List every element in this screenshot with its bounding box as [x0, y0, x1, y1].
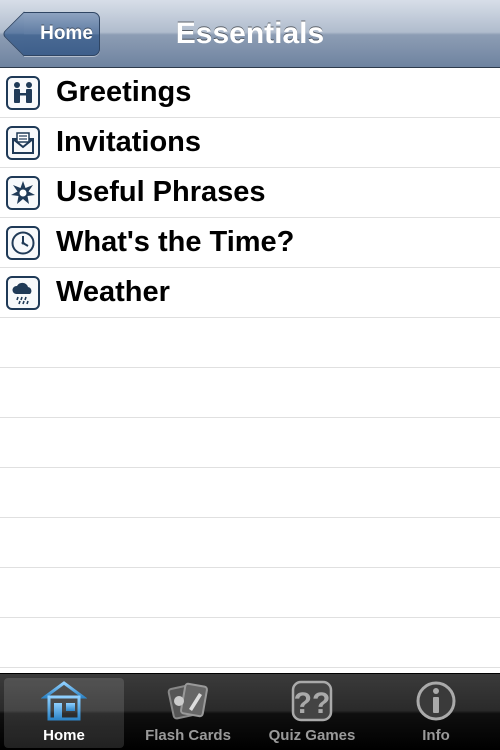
tab-label: Home — [43, 727, 85, 744]
empty-row — [0, 518, 500, 568]
weather-icon — [6, 275, 40, 310]
greetings-icon — [6, 75, 40, 110]
flash-cards-icon — [164, 678, 212, 723]
home-back-button[interactable]: Home — [24, 12, 100, 56]
tab-home[interactable]: Home — [4, 678, 124, 748]
invitations-icon — [6, 125, 40, 160]
tab-info[interactable]: Info — [376, 678, 496, 748]
quiz-games-icon: ?? — [288, 678, 336, 723]
list-item-label: What's the Time? — [56, 226, 295, 258]
empty-row — [0, 468, 500, 518]
info-icon — [412, 678, 460, 723]
tab-label: Quiz Games — [268, 727, 356, 744]
list-item-greetings[interactable]: Greetings — [0, 68, 500, 118]
list-item-label: Weather — [56, 276, 170, 308]
home-icon — [40, 678, 88, 723]
list-item-useful-phrases[interactable]: Useful Phrases — [0, 168, 500, 218]
empty-row — [0, 618, 500, 668]
essentials-list: Greetings Invitations Useful Phrases Wha… — [0, 68, 500, 673]
tab-label: Info — [422, 727, 450, 744]
empty-row — [0, 568, 500, 618]
tab-flash-cards[interactable]: Flash Cards — [128, 678, 248, 748]
tab-label: Flash Cards — [145, 727, 231, 744]
list-item-weather[interactable]: Weather — [0, 268, 500, 318]
back-button-container: Home — [8, 0, 100, 68]
page-title: Essentials — [175, 17, 325, 50]
tab-bar: Home Flash Cards ?? Quiz Games Info — [0, 673, 500, 750]
list-item-invitations[interactable]: Invitations — [0, 118, 500, 168]
svg-text:??: ?? — [294, 687, 331, 720]
tab-quiz-games[interactable]: ?? Quiz Games — [252, 678, 372, 748]
empty-row — [0, 318, 500, 368]
list-item-label: Greetings — [56, 76, 192, 108]
empty-row — [0, 368, 500, 418]
empty-row — [0, 418, 500, 468]
list-item-label: Invitations — [56, 126, 202, 158]
navigation-bar: Home Essentials — [0, 0, 500, 68]
list-item-whats-the-time[interactable]: What's the Time? — [0, 218, 500, 268]
clock-icon — [6, 225, 40, 260]
list-item-label: Useful Phrases — [56, 176, 266, 208]
useful-phrases-icon — [6, 175, 40, 210]
